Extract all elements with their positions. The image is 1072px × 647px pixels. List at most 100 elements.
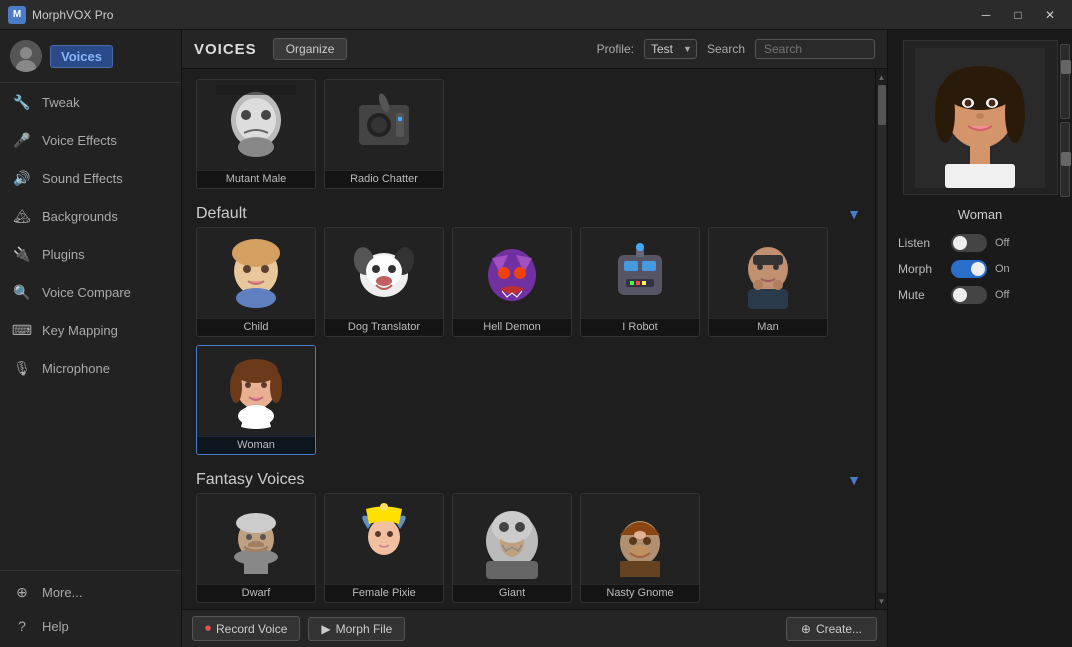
voice-img-dwarf (197, 494, 315, 584)
mute-toggle[interactable] (951, 286, 987, 304)
voice-card-nasty-gnome[interactable]: ▐▐▐ (580, 493, 700, 603)
right-preview-name: Woman (958, 207, 1003, 222)
sidebar-item-microphone[interactable]: 🎙 Microphone (0, 349, 181, 387)
sidebar-bottom: ⊕ More... ? Help (0, 570, 181, 647)
restore-button[interactable]: □ (1004, 5, 1032, 25)
voices-button[interactable]: Voices (50, 45, 113, 68)
voice-card-mutant-male[interactable]: ▐▐▐ Mutant Ma (196, 79, 316, 189)
voice-card-dog-translator[interactable]: ▐▐▐ (324, 227, 444, 337)
mute-state: Off (995, 289, 1009, 301)
voice-card-i-robot[interactable]: ▐▐▐ (580, 227, 700, 337)
sidebar-profile: Voices (0, 34, 181, 83)
morph-row: Morph On (898, 260, 1062, 278)
content-title: VOICES (194, 41, 257, 58)
sidebar-item-label: Voice Compare (42, 285, 131, 300)
collapse-default-icon[interactable]: ▼ (847, 206, 861, 222)
voice-card-man[interactable]: ▐▐▐ (708, 227, 828, 337)
content-area: VOICES Organize Profile: Test Search ▐▐▐ (182, 30, 887, 647)
voice-label: Dog Translator (325, 319, 443, 336)
sidebar-item-label: Backgrounds (42, 209, 118, 224)
profile-label: Profile: (597, 42, 634, 56)
scroll-down-arrow[interactable]: ▼ (877, 595, 887, 607)
voices-scroll-area: ▐▐▐ Mutant Ma (182, 69, 875, 609)
voice-label: Radio Chatter (325, 171, 443, 188)
fantasy-section-header: Fantasy Voices ▼ (196, 465, 861, 493)
sidebar-item-more[interactable]: ⊕ More... (0, 575, 181, 609)
sidebar-item-label: More... (42, 585, 82, 600)
sidebar-item-plugins[interactable]: 🔌 Plugins (0, 235, 181, 273)
voice-card-woman[interactable]: ▐▐▐ (196, 345, 316, 455)
voice-card-child[interactable]: ▐▐▐ Child (196, 227, 316, 337)
sidebar-item-label: Help (42, 619, 69, 634)
listen-toggle[interactable] (951, 234, 987, 252)
morph-file-button[interactable]: ▶ Morph File (308, 617, 405, 641)
voice-img-gnome (581, 494, 699, 584)
morph-label: Morph (898, 262, 943, 276)
morph-state: On (995, 263, 1010, 275)
create-button[interactable]: ⊕ Create... (786, 617, 877, 641)
sidebar-item-label: Key Mapping (42, 323, 118, 338)
search-input[interactable] (755, 39, 875, 59)
recent-voices-row: ▐▐▐ Mutant Ma (196, 79, 861, 189)
app-title: MorphVOX Pro (32, 8, 972, 22)
sidebar: Voices 🔧 Tweak 🎤 Voice Effects 🔊 Sound E… (0, 30, 182, 647)
voices-scrollbar[interactable]: ▲ ▼ (875, 69, 887, 609)
voice-label: Woman (197, 437, 315, 454)
microphone-icon: 🎙 (12, 358, 32, 378)
sidebar-item-help[interactable]: ? Help (0, 609, 181, 643)
voice-card-dwarf[interactable]: ▐▐▐ (196, 493, 316, 603)
right-panel-controls: Listen Off Morph On Mute Off (898, 234, 1062, 304)
sidebar-item-label: Voice Effects (42, 133, 117, 148)
voice-img-demon (453, 228, 571, 318)
listen-label: Listen (898, 236, 943, 250)
voice-label: Hell Demon (453, 319, 571, 336)
voice-card-giant[interactable]: ▐▐▐ Giant (452, 493, 572, 603)
voice-label: I Robot (581, 319, 699, 336)
scroll-track[interactable] (878, 85, 886, 593)
help-icon: ? (12, 616, 32, 636)
sidebar-item-sound-effects[interactable]: 🔊 Sound Effects (0, 159, 181, 197)
sidebar-item-label: Tweak (42, 95, 80, 110)
scroll-up-arrow[interactable]: ▲ (877, 71, 887, 83)
sidebar-item-tweak[interactable]: 🔧 Tweak (0, 83, 181, 121)
section-title-default: Default (196, 205, 247, 223)
profile-select[interactable]: Test (644, 39, 697, 59)
voice-img-mutant (197, 80, 315, 170)
voice-img-dog (325, 228, 443, 318)
voice-img-pixie (325, 494, 443, 584)
listen-state: Off (995, 237, 1009, 249)
voice-img-robot (581, 228, 699, 318)
sidebar-item-key-mapping[interactable]: ⌨ Key Mapping (0, 311, 181, 349)
voice-card-radio-chatter[interactable]: ▐▐▐ Radio Chatter (324, 79, 444, 189)
sidebar-item-label: Sound Effects (42, 171, 123, 186)
morph-toggle[interactable] (951, 260, 987, 278)
key-mapping-icon: ⌨ (12, 320, 32, 340)
sidebar-item-backgrounds[interactable]: 🏔 Backgrounds (0, 197, 181, 235)
voice-card-hell-demon[interactable]: ▐▐▐ Hell Demo (452, 227, 572, 337)
profile-select-wrapper: Test (644, 39, 697, 59)
organize-button[interactable]: Organize (273, 38, 348, 60)
close-button[interactable]: ✕ (1036, 5, 1064, 25)
voice-img-giant (453, 494, 571, 584)
voice-img-woman (197, 346, 315, 436)
voice-card-female-pixie[interactable]: ▐▐▐ (324, 493, 444, 603)
voice-effects-icon: 🎤 (12, 130, 32, 150)
plugins-icon: 🔌 (12, 244, 32, 264)
minimize-button[interactable]: ─ (972, 5, 1000, 25)
main-layout: Voices 🔧 Tweak 🎤 Voice Effects 🔊 Sound E… (0, 30, 1072, 647)
sidebar-item-voice-compare[interactable]: 🔍 Voice Compare (0, 273, 181, 311)
default-section-header: Default ▼ (196, 199, 861, 227)
listen-row: Listen Off (898, 234, 1062, 252)
scroll-thumb[interactable] (878, 85, 886, 125)
record-icon: ⏺ (205, 621, 211, 636)
default-voices-row: ▐▐▐ Child (196, 227, 861, 455)
more-icon: ⊕ (12, 582, 32, 602)
mute-row: Mute Off (898, 286, 1062, 304)
titlebar: M MorphVOX Pro ─ □ ✕ (0, 0, 1072, 30)
right-panel: Woman Listen Off Morph On Mute (887, 30, 1072, 647)
collapse-fantasy-icon[interactable]: ▼ (847, 472, 861, 488)
right-preview (903, 40, 1058, 195)
record-voice-button[interactable]: ⏺ Record Voice (192, 616, 300, 641)
sidebar-item-voice-effects[interactable]: 🎤 Voice Effects (0, 121, 181, 159)
voice-label: Dwarf (197, 585, 315, 602)
